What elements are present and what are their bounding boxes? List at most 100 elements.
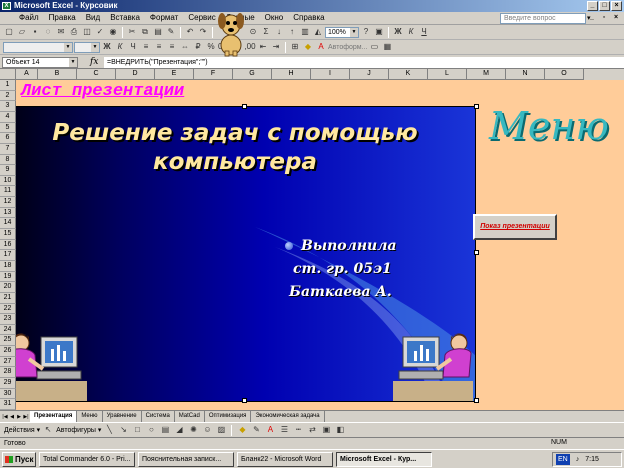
row-header[interactable]: 22 [0, 303, 16, 315]
ask-question-input[interactable]: Введите вопрос [500, 13, 586, 24]
autoshapes-menu[interactable]: Автофигуры ▾ [56, 426, 101, 434]
row-header[interactable]: 11 [0, 186, 16, 198]
row-header[interactable]: 16 [0, 239, 16, 251]
task-excel[interactable]: Microsoft Excel - Кур... [336, 451, 432, 467]
undo-icon[interactable]: ↶ [184, 26, 196, 38]
menu-insert[interactable]: Вставка [105, 12, 145, 24]
row-header[interactable]: 26 [0, 346, 16, 357]
tab-economic-task[interactable]: Экономическая задача [251, 411, 325, 422]
row-header[interactable]: 3 [0, 101, 16, 112]
underline-icon[interactable]: Ч [127, 41, 139, 53]
rectangle-icon[interactable]: □ [131, 424, 143, 436]
row-header[interactable]: 13 [0, 207, 16, 219]
first-tab-icon[interactable]: |◀ [2, 413, 8, 421]
copy-icon[interactable]: ⧉ [139, 26, 151, 38]
column-header[interactable]: J [350, 69, 389, 80]
currency-icon[interactable]: ₽ [192, 41, 204, 53]
row-header[interactable]: 29 [0, 378, 16, 389]
autosum-icon[interactable]: Σ [260, 26, 272, 38]
research-icon[interactable]: ◉ [107, 26, 119, 38]
worksheet[interactable]: Лист презентации Решение задач с помощью… [16, 80, 624, 410]
tab-system[interactable]: Система [142, 411, 175, 422]
row-header[interactable]: 18 [0, 260, 16, 272]
column-header[interactable]: N [506, 69, 545, 80]
permission-icon[interactable]: ◌ [42, 26, 54, 38]
row-header[interactable]: 9 [0, 165, 16, 176]
italic-icon[interactable]: К [405, 26, 417, 38]
column-header[interactable]: B [38, 69, 77, 80]
row-header[interactable]: 28 [0, 367, 16, 379]
chart-wizard-icon[interactable]: ▥ [299, 26, 311, 38]
column-header[interactable]: F [194, 69, 233, 80]
tab-optimization[interactable]: Оптимизация [205, 411, 252, 422]
fill-color-icon[interactable]: ◆ [302, 41, 314, 53]
cut-icon[interactable]: ✂ [126, 26, 138, 38]
row-header[interactable]: 23 [0, 314, 16, 325]
column-header[interactable]: D [116, 69, 155, 80]
bold-icon[interactable]: Ж [392, 26, 404, 38]
last-tab-icon[interactable]: ▶| [23, 413, 29, 421]
field-icon[interactable]: ▭ [368, 41, 380, 53]
workbook-close-button[interactable]: × [611, 13, 621, 23]
tab-equation[interactable]: Уравнение [103, 411, 142, 422]
help-icon[interactable]: ? [360, 26, 372, 38]
line-style-icon[interactable]: ☰ [278, 424, 290, 436]
close-button[interactable]: × [611, 1, 622, 11]
column-header[interactable]: L [428, 69, 467, 80]
textbox-icon[interactable]: ▤ [159, 424, 171, 436]
fx-icon[interactable]: fx [90, 57, 100, 67]
row-header[interactable]: 15 [0, 229, 16, 240]
column-header[interactable]: G [233, 69, 272, 80]
align-center-icon[interactable]: ≡ [153, 41, 165, 53]
menu-file[interactable]: Файл [14, 12, 44, 24]
zoom-select[interactable]: 100% ▼ [325, 26, 359, 38]
fill-color-icon[interactable]: ◆ [236, 424, 248, 436]
diagram-icon[interactable]: ✺ [187, 424, 199, 436]
align-left-icon[interactable]: ≡ [140, 41, 152, 53]
column-header[interactable]: C [77, 69, 116, 80]
sort-asc-icon[interactable]: ↓ [273, 26, 285, 38]
office-assistant-dog-icon[interactable] [215, 5, 247, 57]
menu-format[interactable]: Формат [145, 12, 183, 24]
minimize-button[interactable]: _ [587, 1, 598, 11]
spelling-icon[interactable]: ✓ [94, 26, 106, 38]
shading-icon[interactable]: ▦ [381, 41, 393, 53]
language-indicator[interactable]: EN [556, 454, 570, 465]
paste-icon[interactable]: ▤ [152, 26, 164, 38]
tab-mathcad[interactable]: MatCad [175, 411, 205, 422]
name-box[interactable]: Объект 14 ▼ [2, 56, 78, 68]
tab-menu[interactable]: Меню [77, 411, 103, 422]
row-header[interactable]: 8 [0, 154, 16, 166]
column-header[interactable]: O [545, 69, 584, 80]
task-word-blank[interactable]: Бланк22 - Microsoft Word [237, 451, 333, 467]
resize-handle[interactable] [242, 398, 247, 403]
font-color-icon[interactable]: A [315, 41, 327, 53]
borders-icon[interactable]: ⊞ [289, 41, 301, 53]
drawing-icon[interactable]: ◭ [312, 26, 324, 38]
menu-window[interactable]: Окно [260, 12, 289, 24]
row-header[interactable]: 24 [0, 324, 16, 336]
row-header[interactable]: 20 [0, 282, 16, 293]
read-icon[interactable]: ▣ [373, 26, 385, 38]
decrease-indent-icon[interactable]: ⇤ [257, 41, 269, 53]
resize-handle[interactable] [474, 250, 479, 255]
dash-style-icon[interactable]: ┅ [292, 424, 304, 436]
maximize-button[interactable]: □ [599, 1, 610, 11]
underline-icon[interactable]: Ч [418, 26, 430, 38]
task-total-commander[interactable]: Total Commander 6.0 - Pri... [39, 451, 135, 467]
column-header[interactable]: A [16, 69, 38, 80]
format-painter-icon[interactable]: ✎ [165, 26, 177, 38]
row-header[interactable]: 1 [0, 80, 16, 91]
speaker-icon[interactable]: ♪ [576, 453, 580, 466]
align-right-icon[interactable]: ≡ [166, 41, 178, 53]
bold-icon[interactable]: Ж [101, 41, 113, 53]
clipart-icon[interactable]: ☺ [201, 424, 213, 436]
row-header[interactable]: 25 [0, 335, 16, 347]
row-header[interactable]: 6 [0, 133, 16, 144]
column-header[interactable]: K [389, 69, 428, 80]
row-header[interactable]: 4 [0, 111, 16, 123]
increase-indent-icon[interactable]: ⇥ [270, 41, 282, 53]
resize-handle[interactable] [474, 398, 479, 403]
row-header[interactable]: 12 [0, 197, 16, 208]
menu-help[interactable]: Справка [288, 12, 329, 24]
